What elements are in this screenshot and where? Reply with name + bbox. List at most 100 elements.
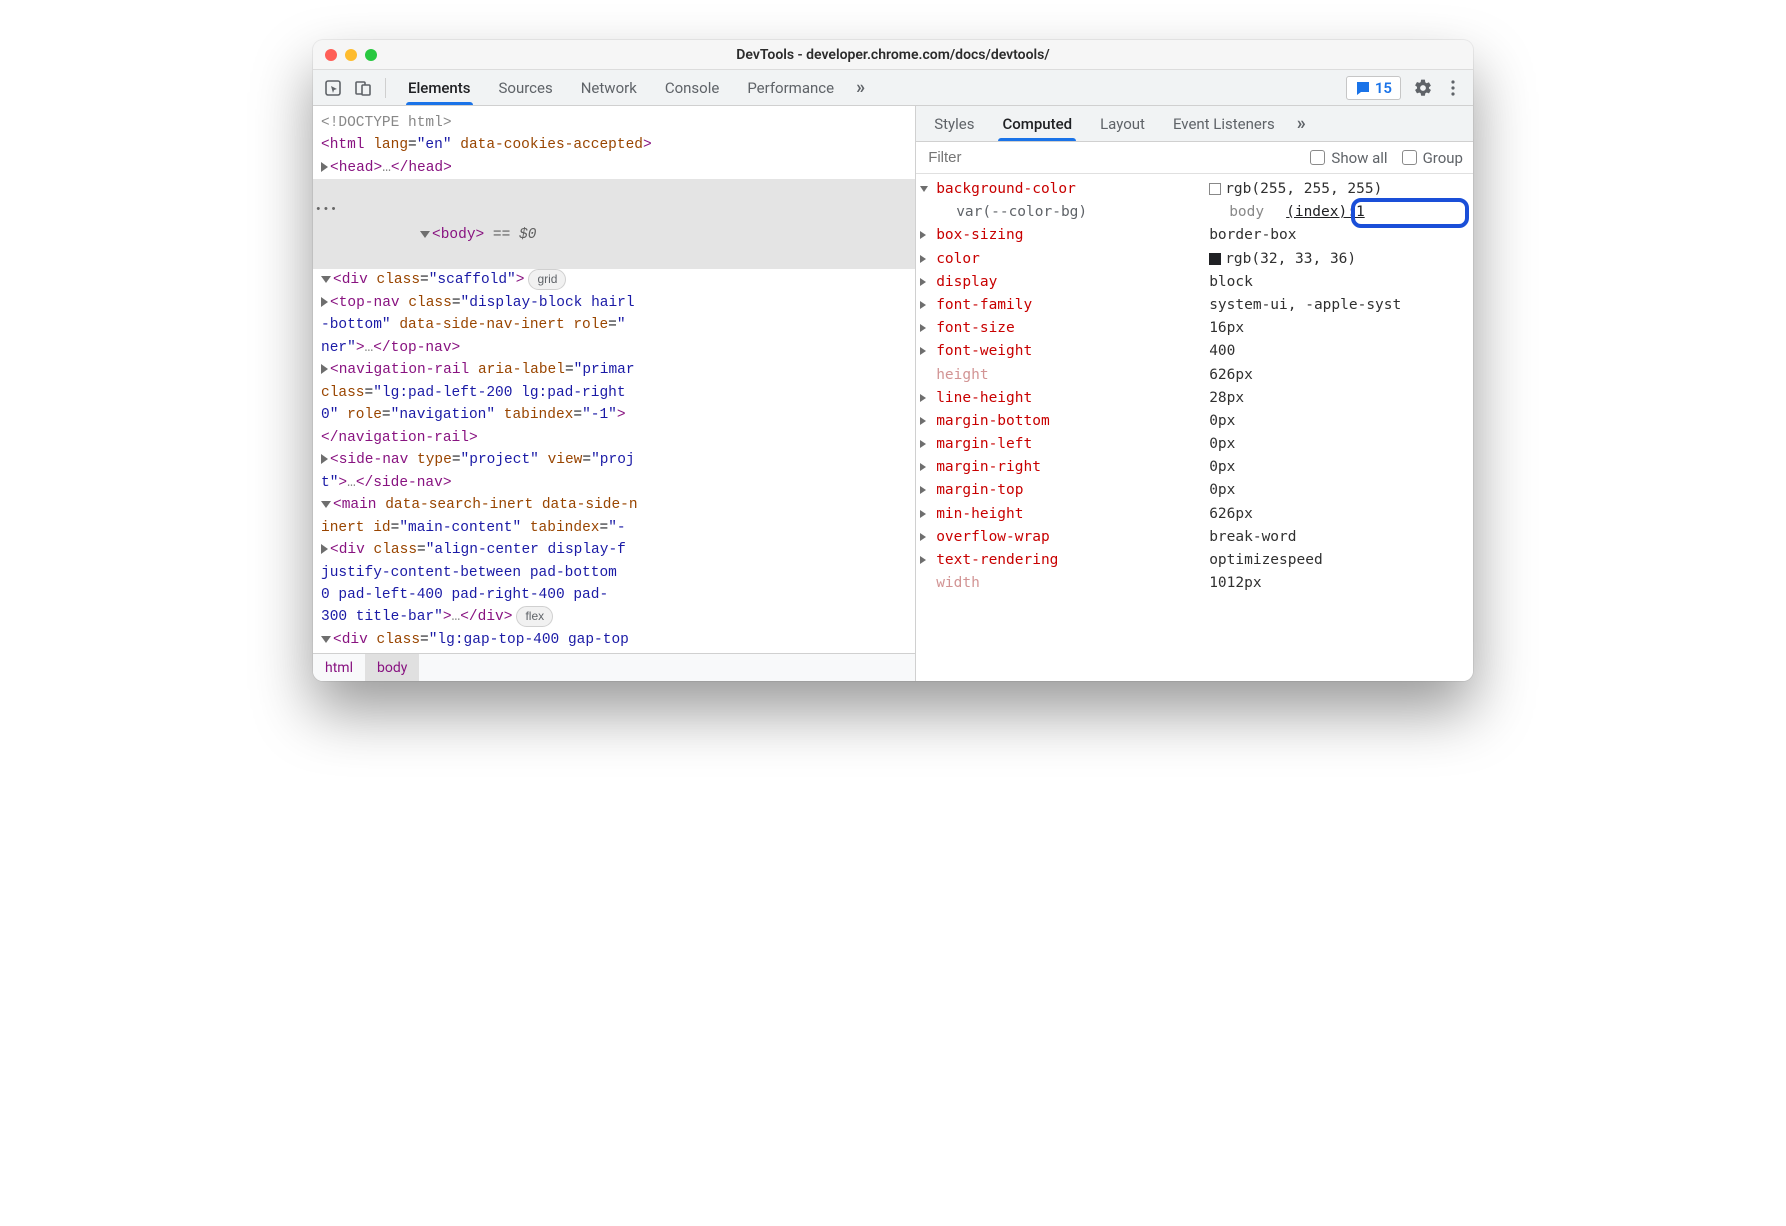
- prop-row[interactable]: min-height626px: [916, 503, 1473, 526]
- dom-line: ner">…</top-nav>: [313, 337, 915, 359]
- prop-row[interactable]: box-sizingborder-box: [916, 224, 1473, 247]
- dom-tree[interactable]: <!DOCTYPE html> <html lang="en" data-coo…: [313, 106, 915, 653]
- dom-line: inert id="main-content" tabindex="-: [313, 517, 915, 539]
- dom-line: 300 title-bar">…</div>flex: [313, 606, 915, 629]
- prop-row[interactable]: displayblock: [916, 271, 1473, 294]
- main-toolbar: Elements Sources Network Console Perform…: [313, 70, 1473, 106]
- minimize-icon[interactable]: [345, 49, 357, 61]
- dom-line: justify-content-between pad-bottom: [313, 562, 915, 584]
- layout-pill-grid[interactable]: grid: [528, 269, 566, 290]
- dom-line: </navigation-rail>: [313, 427, 915, 449]
- chevron-right-icon: [920, 417, 926, 425]
- breadcrumb: html body: [313, 653, 915, 681]
- dom-head[interactable]: <head>…</head>: [313, 157, 915, 179]
- prop-source-row[interactable]: var(--color-bg) body (index):1: [916, 201, 1473, 224]
- prop-row[interactable]: background-color rgb(255, 255, 255): [916, 178, 1473, 201]
- prop-row[interactable]: font-weight400: [916, 340, 1473, 363]
- show-all-checkbox[interactable]: Show all: [1310, 149, 1387, 167]
- sidebar-tabs: Styles Computed Layout Event Listeners »: [916, 106, 1473, 142]
- group-checkbox[interactable]: Group: [1402, 149, 1463, 167]
- subtab-eventlisteners[interactable]: Event Listeners: [1159, 106, 1289, 141]
- close-icon[interactable]: [325, 49, 337, 61]
- inspect-icon[interactable]: [319, 74, 347, 102]
- chevron-right-icon: [920, 394, 926, 402]
- dom-navrail[interactable]: <navigation-rail aria-label="primar: [313, 359, 915, 381]
- device-toggle-icon[interactable]: [349, 74, 377, 102]
- panel-tabs: Elements Sources Network Console Perform…: [394, 70, 869, 105]
- dom-line: 0" role="navigation" tabindex="-1">: [313, 404, 915, 426]
- separator: [385, 78, 386, 98]
- kebab-menu-icon[interactable]: [1439, 74, 1467, 102]
- checkbox-icon: [1402, 150, 1417, 165]
- prop-row[interactable]: height626px: [916, 364, 1473, 387]
- filter-bar: Show all Group: [916, 142, 1473, 174]
- subtab-styles[interactable]: Styles: [920, 106, 988, 141]
- dom-line: t">…</side-nav>: [313, 472, 915, 494]
- subtab-computed[interactable]: Computed: [988, 106, 1086, 141]
- content-panes: <!DOCTYPE html> <html lang="en" data-coo…: [313, 106, 1473, 681]
- tab-sources[interactable]: Sources: [485, 70, 567, 105]
- prop-row[interactable]: overflow-wrapbreak-word: [916, 526, 1473, 549]
- crumb-body[interactable]: body: [365, 654, 419, 681]
- dom-line: 0 pad-left-400 pad-right-400 pad-: [313, 584, 915, 606]
- zoom-icon[interactable]: [365, 49, 377, 61]
- dom-html[interactable]: <html lang="en" data-cookies-accepted>: [313, 134, 915, 156]
- chevron-right-icon: [920, 533, 926, 541]
- issues-button[interactable]: 15: [1346, 76, 1401, 100]
- prop-row[interactable]: colorrgb(32, 33, 36): [916, 248, 1473, 271]
- dom-topnav[interactable]: <top-nav class="display-block hairl: [313, 292, 915, 314]
- crumb-html[interactable]: html: [313, 654, 365, 681]
- more-tabs-icon[interactable]: »: [848, 77, 869, 98]
- tab-performance[interactable]: Performance: [733, 70, 848, 105]
- dom-scaffold[interactable]: <div class="scaffold">grid: [313, 269, 915, 292]
- prop-row[interactable]: font-familysystem-ui, -apple-syst: [916, 294, 1473, 317]
- dom-div1[interactable]: <div class="align-center display-f: [313, 539, 915, 561]
- layout-pill-flex[interactable]: flex: [516, 606, 553, 627]
- prop-row[interactable]: text-renderingoptimizespeed: [916, 549, 1473, 572]
- chevron-right-icon: [920, 278, 926, 286]
- source-link[interactable]: (index):1: [1286, 201, 1365, 224]
- chevron-right-icon: [920, 556, 926, 564]
- settings-icon[interactable]: [1409, 74, 1437, 102]
- elements-panel: <!DOCTYPE html> <html lang="en" data-coo…: [313, 106, 916, 681]
- dom-sidenav[interactable]: <side-nav type="project" view="proj: [313, 449, 915, 471]
- tab-console[interactable]: Console: [651, 70, 734, 105]
- more-subtabs-icon[interactable]: »: [1289, 113, 1310, 134]
- tab-elements[interactable]: Elements: [394, 70, 485, 105]
- subtab-layout[interactable]: Layout: [1086, 106, 1159, 141]
- overflow-menu-icon[interactable]: •••: [313, 202, 338, 219]
- chevron-down-icon: [920, 186, 928, 192]
- chevron-right-icon: [920, 324, 926, 332]
- sidebar-panel: Styles Computed Layout Event Listeners »…: [916, 106, 1473, 681]
- prop-row[interactable]: font-size16px: [916, 317, 1473, 340]
- chevron-right-icon: [920, 463, 926, 471]
- color-swatch-icon[interactable]: [1209, 183, 1221, 195]
- dom-main[interactable]: <main data-search-inert data-side-n: [313, 494, 915, 516]
- checkbox-icon: [1310, 150, 1325, 165]
- prop-row[interactable]: margin-left0px: [916, 433, 1473, 456]
- prop-row[interactable]: margin-right0px: [916, 456, 1473, 479]
- chevron-right-icon: [920, 347, 926, 355]
- chevron-right-icon: [920, 231, 926, 239]
- chevron-right-icon: [920, 440, 926, 448]
- traffic-lights: [313, 49, 377, 61]
- devtools-window: DevTools - developer.chrome.com/docs/dev…: [313, 40, 1473, 681]
- chevron-right-icon: [920, 301, 926, 309]
- prop-row[interactable]: margin-bottom0px: [916, 410, 1473, 433]
- chevron-right-icon: [920, 510, 926, 518]
- tab-network[interactable]: Network: [567, 70, 651, 105]
- dom-line: -bottom" data-side-nav-inert role=": [313, 314, 915, 336]
- window-title: DevTools - developer.chrome.com/docs/dev…: [313, 47, 1473, 63]
- filter-input[interactable]: [926, 148, 1296, 167]
- prop-row[interactable]: line-height28px: [916, 387, 1473, 410]
- dom-div2[interactable]: <div class="lg:gap-top-400 gap-top: [313, 629, 915, 651]
- prop-row[interactable]: margin-top0px: [916, 479, 1473, 502]
- prop-row[interactable]: width1012px: [916, 572, 1473, 595]
- chevron-right-icon: [920, 255, 926, 263]
- chevron-right-icon: [920, 486, 926, 494]
- issues-count: 15: [1375, 79, 1392, 97]
- computed-properties[interactable]: background-color rgb(255, 255, 255) var(…: [916, 174, 1473, 681]
- dom-body-selected[interactable]: ••• <body> == $0: [313, 179, 915, 269]
- dom-line: class="lg:pad-left-200 lg:pad-right: [313, 382, 915, 404]
- color-swatch-icon[interactable]: [1209, 253, 1221, 265]
